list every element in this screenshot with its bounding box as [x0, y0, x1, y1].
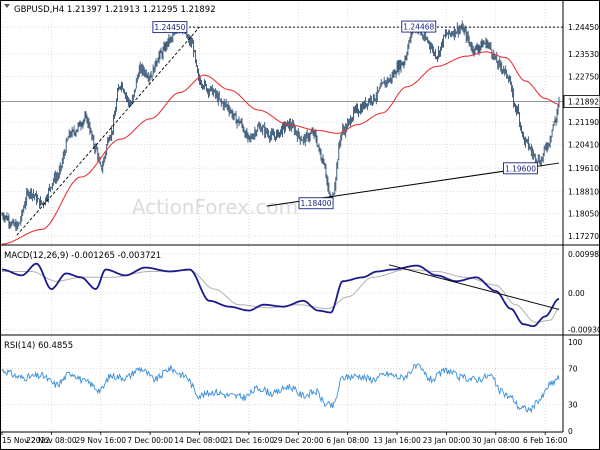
x-tick-label: 21 Dec 16:00	[224, 436, 275, 445]
price-y-tick-label: 1.17270	[568, 232, 599, 241]
x-tick-label: 6 Jan 08:00	[326, 436, 369, 445]
forex-chart: ActionForex.com 1.24450 1.24468 1.18400 1.1…	[0, 0, 600, 450]
x-tick-label: 7 Dec 00:00	[127, 436, 173, 445]
x-tick-label: 13 Jan 16:00	[373, 436, 421, 445]
x-tick-label: 14 Dec 08:00	[174, 436, 225, 445]
rsi-y-tick-label: 0	[568, 427, 573, 436]
price-annotation-label: 1.24450	[154, 23, 185, 32]
x-tick-label: 6 Feb 16:00	[523, 436, 568, 445]
price-y-tick-label: 1.22750	[568, 73, 599, 82]
price-y-tick-label: 1.18810	[568, 187, 599, 196]
symbol-header: GBPUSD,H4 1.21397 1.21913 1.21295 1.2189…	[14, 5, 216, 15]
price-y-tick-label: 1.23530	[568, 50, 599, 59]
rsi-y-tick-label: 70	[568, 365, 578, 374]
x-tick-label: 22 Nov 08:00	[26, 436, 77, 445]
price-y-tick-label: 1.20410	[568, 141, 599, 150]
current-price-label: 1.21892	[568, 98, 599, 107]
rsi-y-tick-label: 30	[568, 400, 578, 409]
x-tick-label: 23 Jan 00:00	[423, 436, 471, 445]
rsi-y-tick-label: 100	[568, 338, 583, 347]
macd-y-tick-label: 0.009986	[568, 250, 600, 259]
macd-y-tick-label: 0.00	[568, 289, 585, 298]
rsi-header: RSI(14) 60.4855	[4, 341, 73, 351]
price-annotation-label: 1.19600	[505, 164, 536, 173]
x-tick-label: 30 Jan 08:00	[472, 436, 520, 445]
price-y-tick-label: 1.21190	[568, 118, 599, 127]
price-y-tick-label: 1.19610	[568, 164, 599, 173]
x-tick-label: 29 Dec 20:00	[273, 436, 324, 445]
macd-y-tick-label: -0.009305	[568, 325, 600, 334]
x-tick-label: 29 Nov 16:00	[75, 436, 126, 445]
price-annotation-label: 1.24468	[403, 23, 434, 32]
price-y-tick-label: 1.24450	[568, 23, 599, 32]
macd-header: MACD(12,26,9) -0.001265 -0.003721	[4, 251, 161, 261]
price-y-tick-label: 1.18050	[568, 209, 599, 218]
price-annotation-label: 1.18400	[301, 199, 332, 208]
watermark: ActionForex.com	[132, 195, 298, 219]
